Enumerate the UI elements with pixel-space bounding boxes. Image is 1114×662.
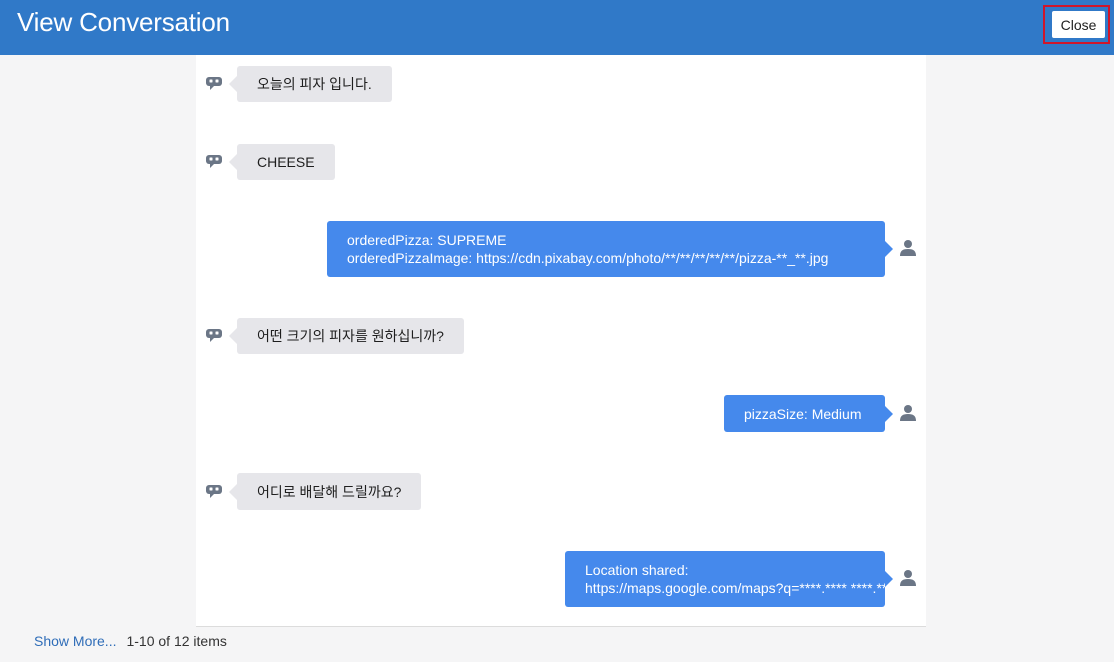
message-text: CHEESE	[257, 154, 315, 170]
pagination-bar: Show More... 1-10 of 12 items	[34, 633, 227, 649]
robot-icon	[206, 329, 222, 342]
message-text: pizzaSize: Medium	[744, 405, 862, 422]
message-text: Location shared:	[585, 562, 689, 578]
bot-bubble: 어디로 배달해 드릴까요?	[228, 473, 422, 510]
user-icon	[900, 405, 916, 421]
robot-icon	[206, 485, 222, 498]
bot-bubble: 오늘의 피자 입니다.	[229, 66, 392, 102]
close-button[interactable]: Close	[1052, 11, 1105, 38]
user-icon	[900, 240, 916, 256]
show-more-link[interactable]: Show More...	[34, 633, 116, 649]
user-bubble: orderedPizza: SUPREME orderedPizzaImage:…	[327, 221, 893, 277]
user-bubble: pizzaSize: Medium	[724, 395, 893, 432]
message-text: orderedPizza: SUPREME	[347, 232, 507, 248]
bot-bubble: CHEESE	[229, 144, 335, 180]
message-text: orderedPizzaImage: https://cdn.pixabay.c…	[347, 250, 829, 266]
bot-bubble: 어떤 크기의 피자를 원하십니까?	[229, 318, 464, 354]
conversation-panel: 오늘의 피자 입니다. CHEESE orderedPizza: SUPREME…	[196, 55, 926, 627]
message-text: 오늘의 피자 입니다.	[257, 76, 372, 92]
message-text: 어떤 크기의 피자를 원하십니까?	[257, 328, 444, 344]
pagination-info: 1-10 of 12 items	[126, 633, 227, 649]
message-text: 어디로 배달해 드릴까요?	[257, 483, 402, 500]
close-button-highlight: Close	[1043, 5, 1110, 44]
app-header: View Conversation Close	[0, 0, 1114, 55]
user-icon	[900, 570, 916, 586]
message-text: https://maps.google.com/maps?q=****.****…	[585, 580, 899, 596]
robot-icon	[206, 155, 222, 168]
robot-icon	[206, 77, 222, 90]
page-title: View Conversation	[17, 7, 230, 37]
user-bubble: Location shared: https://maps.google.com…	[565, 551, 899, 607]
